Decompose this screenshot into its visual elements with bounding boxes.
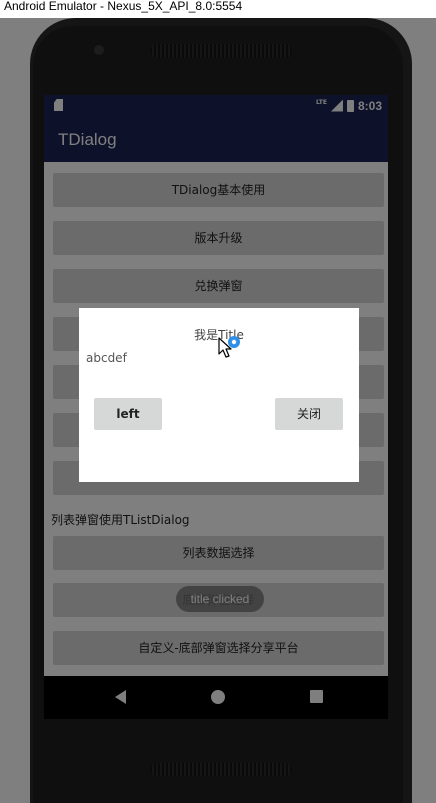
dialog-message: abcdef [86, 351, 127, 365]
tdialog-popup: 我是Title abcdef left 关闭 [79, 308, 359, 482]
dialog-close-button[interactable]: 关闭 [275, 398, 343, 430]
dialog-left-button[interactable]: left [94, 398, 162, 430]
hand-pointer-cursor-icon [218, 336, 240, 358]
emulator-window-title: Android Emulator - Nexus_5X_API_8.0:5554 [0, 0, 436, 18]
